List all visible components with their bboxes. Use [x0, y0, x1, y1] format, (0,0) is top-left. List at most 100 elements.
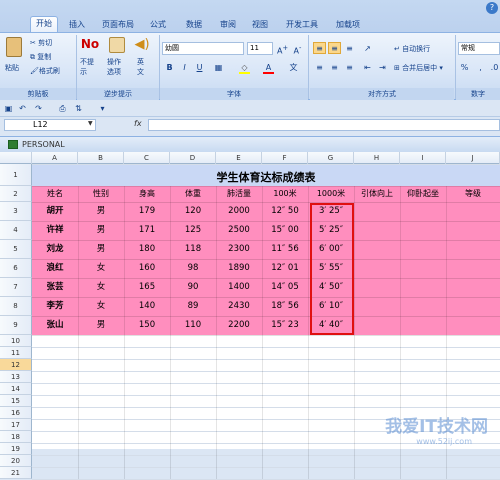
row-header-9[interactable]: 9: [0, 316, 32, 335]
column-header-j[interactable]: J: [446, 152, 500, 164]
worksheet-grid[interactable]: 1 2 3 4 5 6 7 8 9 10 11 12 13 14 15 16 17 18 19 20 21 学生体育达标成…: [0, 164, 500, 480]
decrease-indent-icon[interactable]: ⇤: [361, 61, 374, 73]
orientation-icon[interactable]: ↗: [361, 42, 374, 54]
row-header-13[interactable]: 13: [0, 371, 32, 383]
border-icon[interactable]: ▦: [212, 61, 225, 73]
tab-page-layout[interactable]: 页面布局: [98, 18, 138, 32]
no-prompt-button[interactable]: No 不提 示: [78, 37, 102, 76]
english-button[interactable]: ◀) 英 文: [132, 37, 152, 76]
data-cell[interactable]: 张芸: [32, 278, 78, 297]
tab-home[interactable]: 开始: [30, 16, 58, 33]
data-cell[interactable]: 刘龙: [32, 240, 78, 259]
data-cell[interactable]: 140: [124, 297, 170, 316]
header-cell[interactable]: 肺活量: [216, 186, 262, 202]
data-cell[interactable]: 1890: [216, 259, 262, 278]
row-header-12[interactable]: 12: [0, 359, 32, 371]
data-cell[interactable]: 90: [170, 278, 216, 297]
column-header-e[interactable]: E: [216, 152, 262, 164]
sheet-title-cell[interactable]: 学生体育达标成绩表: [32, 164, 500, 186]
align-center-icon[interactable]: ≡: [328, 61, 341, 73]
header-cell[interactable]: 仰卧起坐: [400, 186, 446, 202]
data-cell[interactable]: 15″ 00: [262, 221, 308, 240]
data-cell[interactable]: 男: [78, 316, 124, 335]
merge-center-button[interactable]: ⊞ 合并后居中 ▾: [394, 63, 443, 73]
tab-addins[interactable]: 加载项: [330, 18, 366, 32]
data-cell[interactable]: 89: [170, 297, 216, 316]
column-header-g[interactable]: G: [308, 152, 354, 164]
data-cell[interactable]: 男: [78, 240, 124, 259]
column-header-b[interactable]: B: [78, 152, 124, 164]
data-cell[interactable]: 2000: [216, 202, 262, 221]
data-cell[interactable]: 165: [124, 278, 170, 297]
data-cell[interactable]: 15″ 23: [262, 316, 308, 335]
column-header-d[interactable]: D: [170, 152, 216, 164]
decimal-icon[interactable]: .0: [488, 61, 500, 73]
number-format-select[interactable]: 常规: [458, 42, 500, 55]
tab-insert[interactable]: 插入: [64, 18, 90, 32]
increase-indent-icon[interactable]: ⇥: [376, 61, 389, 73]
data-cell[interactable]: 1400: [216, 278, 262, 297]
comma-style-icon[interactable]: ,: [474, 61, 487, 73]
align-bottom-icon[interactable]: ≡: [343, 42, 356, 54]
header-cell[interactable]: 性别: [78, 186, 124, 202]
data-cell[interactable]: 160: [124, 259, 170, 278]
align-right-icon[interactable]: ≡: [343, 61, 356, 73]
customize-qat-icon[interactable]: ▾: [96, 102, 109, 114]
redo-icon[interactable]: ↷: [32, 102, 45, 114]
data-cell[interactable]: 2500: [216, 221, 262, 240]
row-header-19[interactable]: 19: [0, 443, 32, 455]
align-left-icon[interactable]: ≡: [313, 61, 326, 73]
header-cell[interactable]: 体重: [170, 186, 216, 202]
data-cell[interactable]: 150: [124, 316, 170, 335]
tab-formulas[interactable]: 公式: [144, 18, 172, 32]
row-header-5[interactable]: 5: [0, 240, 32, 259]
data-cell[interactable]: 110: [170, 316, 216, 335]
select-all-corner[interactable]: [0, 152, 32, 164]
row-header-2[interactable]: 2: [0, 186, 32, 202]
tab-data[interactable]: 数据: [180, 18, 208, 32]
grow-font-icon[interactable]: A+: [276, 42, 289, 56]
fx-icon[interactable]: fx: [134, 119, 142, 128]
row-header-8[interactable]: 8: [0, 297, 32, 316]
header-cell[interactable]: 100米: [262, 186, 308, 202]
column-header-h[interactable]: H: [354, 152, 400, 164]
data-cell[interactable]: 女: [78, 259, 124, 278]
name-box[interactable]: L12: [4, 119, 96, 131]
data-cell[interactable]: 120: [170, 202, 216, 221]
shrink-font-icon[interactable]: A-: [291, 42, 304, 56]
data-cell[interactable]: 11″ 56: [262, 240, 308, 259]
tab-developer[interactable]: 开发工具: [282, 18, 322, 32]
underline-button[interactable]: U: [193, 61, 206, 73]
row-header-20[interactable]: 20: [0, 455, 32, 467]
data-cell[interactable]: 171: [124, 221, 170, 240]
copy-button[interactable]: ⧉ 复制: [30, 52, 51, 62]
sort-icon[interactable]: ⇅: [72, 102, 85, 114]
data-cell[interactable]: 2430: [216, 297, 262, 316]
data-cell[interactable]: 14″ 05: [262, 278, 308, 297]
wrap-text-button[interactable]: ↵ 自动换行: [394, 44, 430, 54]
font-size-select[interactable]: 11: [247, 42, 273, 55]
save-icon[interactable]: ▣: [2, 102, 15, 114]
data-cell[interactable]: 男: [78, 202, 124, 221]
row-header-7[interactable]: 7: [0, 278, 32, 297]
column-header-c[interactable]: C: [124, 152, 170, 164]
office-button[interactable]: [0, 0, 22, 16]
data-cell[interactable]: 胡开: [32, 202, 78, 221]
currency-icon[interactable]: %: [458, 61, 471, 73]
data-cell[interactable]: 许祥: [32, 221, 78, 240]
row-header-17[interactable]: 17: [0, 419, 32, 431]
data-cell[interactable]: 98: [170, 259, 216, 278]
row-header-3[interactable]: 3: [0, 202, 32, 221]
data-cell[interactable]: 179: [124, 202, 170, 221]
undo-icon[interactable]: ↶: [16, 102, 29, 114]
format-painter-button[interactable]: 🖌格式刷: [30, 66, 60, 76]
tab-review[interactable]: 审阅: [214, 18, 242, 32]
row-header-16[interactable]: 16: [0, 407, 32, 419]
header-cell[interactable]: 1000米: [308, 186, 354, 202]
column-header-i[interactable]: I: [400, 152, 446, 164]
column-header-a[interactable]: A: [32, 152, 78, 164]
operation-options-button[interactable]: 操作 选项: [104, 37, 130, 76]
phonetic-icon[interactable]: 文: [287, 61, 300, 73]
tab-view[interactable]: 视图: [246, 18, 274, 32]
data-cell[interactable]: 12″ 01: [262, 259, 308, 278]
